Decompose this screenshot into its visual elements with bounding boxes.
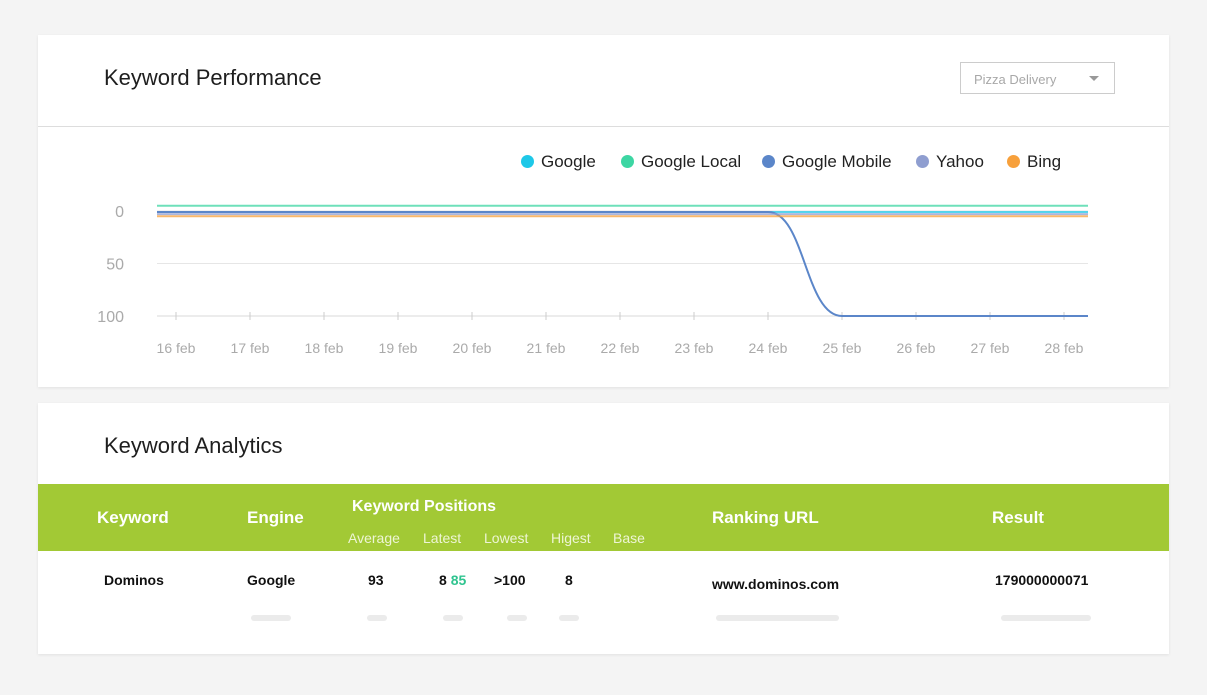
x-tick-label: 26 feb <box>897 340 936 356</box>
table-header: Keyword Engine Keyword Positions Average… <box>38 484 1169 551</box>
column-header-average[interactable]: Average <box>348 530 400 546</box>
placeholder-bar <box>507 615 527 621</box>
x-tick-label: 22 feb <box>601 340 640 356</box>
x-tick-label: 28 feb <box>1045 340 1084 356</box>
column-header-highest[interactable]: Higest <box>551 530 591 546</box>
x-tick-label: 24 feb <box>749 340 788 356</box>
y-tick-label: 0 <box>115 204 124 221</box>
keyword-analytics-card: Keyword Analytics Keyword Engine Keyword… <box>38 403 1169 654</box>
column-header-result[interactable]: Result <box>992 508 1044 528</box>
cell-latest: 8 85 <box>439 572 466 588</box>
y-tick-label: 100 <box>97 309 124 326</box>
column-header-latest[interactable]: Latest <box>423 530 461 546</box>
placeholder-bar <box>559 615 579 621</box>
x-tick-label: 20 feb <box>453 340 492 356</box>
placeholder-bar <box>251 615 291 621</box>
keyword-analytics-title: Keyword Analytics <box>104 433 283 458</box>
x-tick-label: 19 feb <box>379 340 418 356</box>
column-header-engine[interactable]: Engine <box>247 508 304 528</box>
cell-average: 93 <box>368 572 384 588</box>
cell-latest-value: 8 <box>439 572 447 588</box>
keyword-performance-card: Keyword Performance Pizza Delivery Googl… <box>38 35 1169 387</box>
cell-latest-change: 85 <box>450 572 467 588</box>
x-tick-label: 25 feb <box>823 340 862 356</box>
column-header-keyword[interactable]: Keyword <box>97 508 169 528</box>
x-tick-label: 27 feb <box>971 340 1010 356</box>
placeholder-bar <box>367 615 387 621</box>
column-header-positions: Keyword Positions <box>352 498 497 515</box>
keyword-position-chart: 0 50 100 16 feb 17 feb 18 feb 19 feb 20 feb 21 f… <box>97 204 1088 356</box>
cell-result: 179000000071 <box>995 572 1089 588</box>
column-header-lowest[interactable]: Lowest <box>484 530 528 546</box>
cell-ranking-url[interactable]: www.dominos.com <box>712 576 839 592</box>
cell-highest: 8 <box>565 572 573 588</box>
column-header-base[interactable]: Base <box>613 530 645 546</box>
placeholder-bar <box>716 615 839 621</box>
cell-lowest: >100 <box>494 572 526 588</box>
x-tick-label: 23 feb <box>675 340 714 356</box>
x-tick-label: 17 feb <box>231 340 270 356</box>
x-tick-label: 16 feb <box>157 340 196 356</box>
placeholder-bar <box>1001 615 1091 621</box>
x-tick-label: 21 feb <box>527 340 566 356</box>
series-line-google-mobile <box>157 211 1088 317</box>
x-tick-label: 18 feb <box>305 340 344 356</box>
column-header-ranking-url[interactable]: Ranking URL <box>712 508 819 528</box>
y-tick-label: 50 <box>106 257 124 274</box>
placeholder-bar <box>443 615 463 621</box>
cell-engine: Google <box>247 572 296 588</box>
cell-keyword: Dominos <box>104 572 164 588</box>
